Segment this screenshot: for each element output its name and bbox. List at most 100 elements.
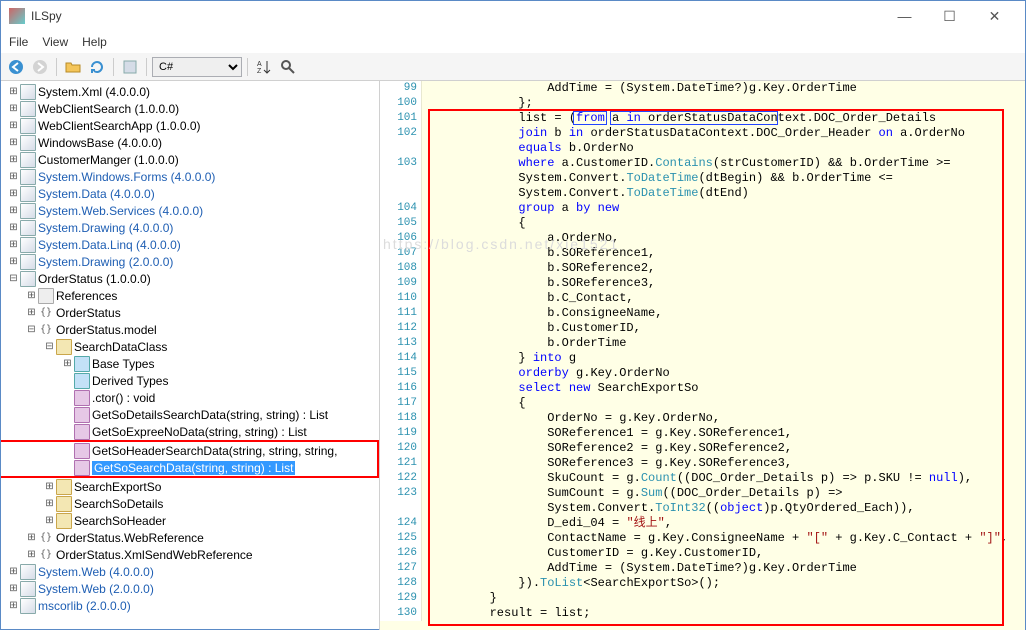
expand-toggle[interactable]: ⊞ [7, 256, 20, 267]
assembly-icon [20, 118, 36, 134]
language-select[interactable]: C# [152, 57, 242, 77]
tree-item[interactable]: ⊞CustomerManger (1.0.0.0) [1, 151, 379, 168]
expand-toggle[interactable]: ⊞ [43, 481, 56, 492]
expand-toggle[interactable]: ⊞ [25, 532, 38, 543]
expand-toggle[interactable]: ⊞ [7, 137, 20, 148]
tree-item-label: System.Windows.Forms (4.0.0.0) [38, 170, 215, 184]
code-line: System.Convert.ToInt32((object)p.QtyOrde… [432, 501, 1025, 516]
tree-item[interactable]: ⊞SearchSoDetails [1, 495, 379, 512]
expand-toggle[interactable]: ⊞ [7, 103, 20, 114]
expand-toggle[interactable]: ⊞ [43, 515, 56, 526]
expand-toggle[interactable]: ⊞ [7, 600, 20, 611]
tree-item[interactable]: GetSoExpreeNoData(string, string) : List [1, 423, 379, 440]
tree-item[interactable]: Derived Types [1, 372, 379, 389]
expand-toggle[interactable]: ⊞ [25, 549, 38, 560]
arrow-left-icon [8, 59, 24, 75]
minimize-button[interactable]: — [882, 2, 927, 31]
refresh-button[interactable] [86, 56, 108, 78]
tree-item-label: WindowsBase (4.0.0.0) [38, 136, 162, 150]
tree-item[interactable]: ⊞System.Web.Services (4.0.0.0) [1, 202, 379, 219]
tree-item[interactable]: ⊞System.Web (4.0.0.0) [1, 563, 379, 580]
tree-item[interactable]: ⊞SearchSoHeader [1, 512, 379, 529]
tree-item[interactable]: ⊞System.Drawing (4.0.0.0) [1, 219, 379, 236]
expand-toggle[interactable] [61, 462, 74, 473]
expand-toggle[interactable]: ⊞ [7, 239, 20, 250]
expand-toggle[interactable]: ⊞ [43, 498, 56, 509]
expand-toggle[interactable]: ⊞ [7, 188, 20, 199]
toolbar-separator [56, 58, 57, 76]
line-number: 126 [397, 546, 417, 561]
tree-item[interactable]: GetSoHeaderSearchData(string, string, st… [1, 442, 377, 459]
assemblies-button[interactable] [119, 56, 141, 78]
assembly-icon [20, 135, 36, 151]
sort-button[interactable]: AZ [253, 56, 275, 78]
code-line: AddTime = (System.DateTime?)g.Key.OrderT… [432, 81, 1025, 96]
expand-toggle[interactable]: ⊞ [7, 120, 20, 131]
expand-toggle[interactable]: ⊟ [43, 341, 56, 352]
tree-item[interactable]: ⊞ mscorlib (2.0.0.0) [1, 597, 379, 614]
tree-item[interactable]: ⊞ System.Web (2.0.0.0) [1, 580, 379, 597]
expand-toggle[interactable]: ⊞ [7, 154, 20, 165]
expand-toggle[interactable] [61, 426, 74, 437]
code-scroll[interactable]: 9910010110210310410510610710810911011111… [380, 81, 1025, 630]
expand-toggle[interactable] [61, 445, 74, 456]
tree-scroll[interactable]: ⊞ System.Xml (4.0.0.0)⊞WebClientSearch (1… [1, 81, 379, 630]
tree-item[interactable]: .ctor() : void [1, 389, 379, 406]
tree-item[interactable]: ⊞System.Data (4.0.0.0) [1, 185, 379, 202]
tree-item[interactable]: ⊞System.Drawing (2.0.0.0) [1, 253, 379, 270]
code-line: SOReference3 = g.Key.SOReference3, [432, 456, 1025, 471]
tree-item[interactable]: ⊞ System.Windows.Forms (4.0.0.0) [1, 168, 379, 185]
open-button[interactable] [62, 56, 84, 78]
expand-toggle[interactable]: ⊟ [25, 324, 38, 335]
tree-item[interactable]: ⊞System.Data.Linq (4.0.0.0) [1, 236, 379, 253]
tree-item[interactable]: ⊟OrderStatus.model [1, 321, 379, 338]
expand-toggle[interactable]: ⊞ [7, 583, 20, 594]
tree-item[interactable]: ⊞ WindowsBase (4.0.0.0) [1, 134, 379, 151]
expand-toggle[interactable] [61, 392, 74, 403]
close-button[interactable]: ✕ [972, 2, 1017, 31]
menu-help[interactable]: Help [82, 35, 107, 49]
field-icon [74, 373, 90, 389]
tree-item[interactable]: ⊞ System.Xml (4.0.0.0) [1, 83, 379, 100]
tree-item[interactable]: ⊟SearchDataClass [1, 338, 379, 355]
tree-item[interactable]: ⊞WebClientSearchApp (1.0.0.0) [1, 117, 379, 134]
tree-item-label: mscorlib (2.0.0.0) [38, 599, 131, 613]
forward-button[interactable] [29, 56, 51, 78]
tree-item[interactable]: ⊞WebClientSearch (1.0.0.0) [1, 100, 379, 117]
assembly-icon [20, 203, 36, 219]
tree-item[interactable]: ⊞References [1, 287, 379, 304]
expand-toggle[interactable]: ⊞ [25, 290, 38, 301]
tree-item[interactable]: ⊞Base Types [1, 355, 379, 372]
maximize-button[interactable]: ☐ [927, 2, 972, 31]
tree-item-label: GetSoDetailsSearchData(string, string) :… [92, 408, 328, 422]
window-title: ILSpy [31, 9, 882, 23]
expand-toggle[interactable]: ⊞ [7, 205, 20, 216]
back-button[interactable] [5, 56, 27, 78]
tree-item[interactable]: ⊞OrderStatus.XmlSendWebReference [1, 546, 379, 563]
expand-toggle[interactable]: ⊞ [25, 307, 38, 318]
tree-item[interactable]: ⊞OrderStatus [1, 304, 379, 321]
tree-item-label: GetSoHeaderSearchData(string, string, st… [92, 444, 337, 458]
expand-toggle[interactable] [61, 409, 74, 420]
title-bar: ILSpy — ☐ ✕ [1, 1, 1025, 31]
tree-item-label: System.Web (2.0.0.0) [38, 582, 154, 596]
expand-toggle[interactable]: ⊞ [7, 566, 20, 577]
line-number: 104 [397, 201, 417, 216]
menu-file[interactable]: File [9, 35, 28, 49]
menu-view[interactable]: View [42, 35, 68, 49]
line-number: 117 [397, 396, 417, 411]
tree-item[interactable]: GetSoDetailsSearchData(string, string) :… [1, 406, 379, 423]
expand-toggle[interactable]: ⊞ [7, 222, 20, 233]
expand-toggle[interactable]: ⊞ [61, 358, 74, 369]
tree-item-label: System.Xml (4.0.0.0) [38, 85, 150, 99]
code-pane: 9910010110210310410510610710810911011111… [380, 81, 1025, 630]
tree-item[interactable]: GetSoSearchData(string, string) : List [1, 459, 377, 476]
expand-toggle[interactable]: ⊞ [7, 171, 20, 182]
tree-item[interactable]: ⊞SearchExportSo [1, 478, 379, 495]
expand-toggle[interactable]: ⊟ [7, 273, 20, 284]
tree-item[interactable]: ⊞OrderStatus.WebReference [1, 529, 379, 546]
expand-toggle[interactable] [61, 375, 74, 386]
search-button[interactable] [277, 56, 299, 78]
expand-toggle[interactable]: ⊞ [7, 86, 20, 97]
tree-item[interactable]: ⊟OrderStatus (1.0.0.0) [1, 270, 379, 287]
